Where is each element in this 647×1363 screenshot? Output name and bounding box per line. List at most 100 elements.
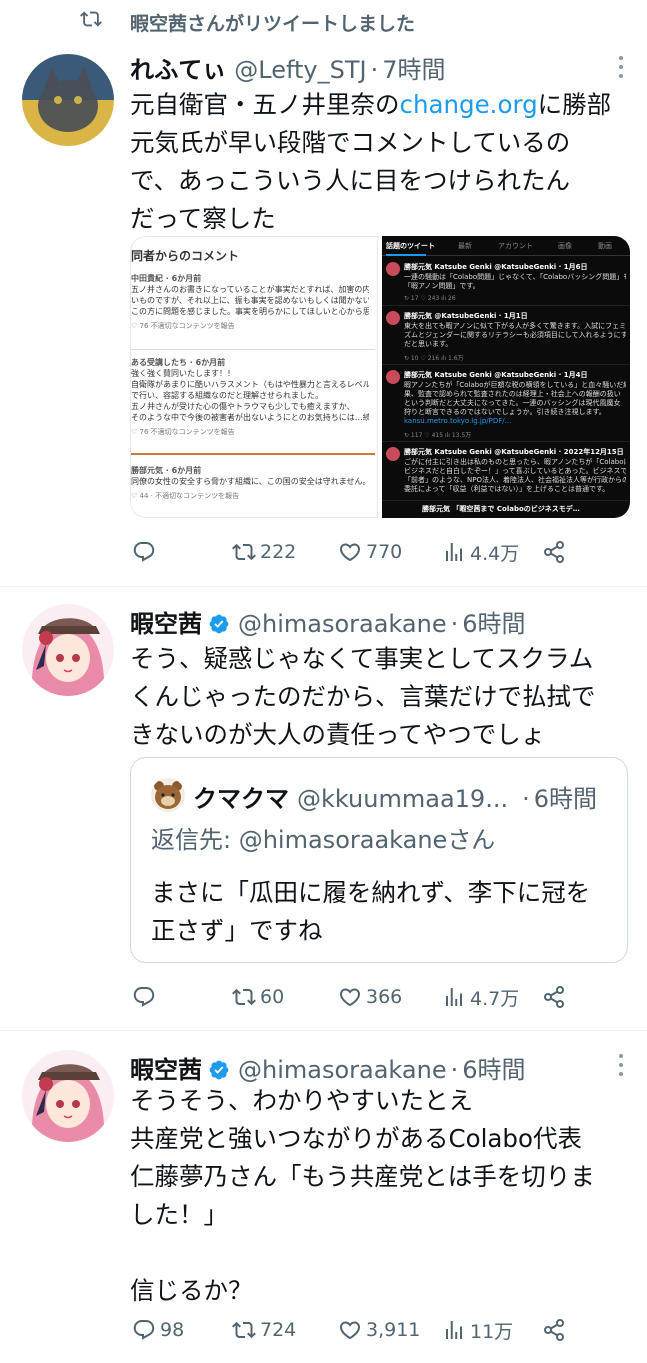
media-tabs: 話題のツイート 最新 アカウント 画像 動画 — [382, 236, 630, 256]
display-name[interactable]: 暇空茜 — [130, 610, 202, 638]
retweet-icon — [80, 11, 102, 27]
avatar[interactable] — [22, 604, 114, 696]
views-icon — [446, 543, 462, 561]
tweet-link[interactable]: change.org — [400, 90, 538, 119]
media-tweet-avatar — [386, 370, 400, 384]
retweet-count: 724 — [260, 1319, 297, 1341]
views-count: 11万 — [470, 1320, 514, 1343]
tweet-actions: 98 724 3,911 11万 — [132, 1316, 572, 1344]
quote-reply-to: 返信先: @himasoraakaneさん — [151, 820, 495, 855]
separator-dot: · — [522, 785, 530, 813]
avatar-image — [22, 54, 114, 146]
media-comment: 中田貴紀 · 6か月前 五ノ井さんのお書きになっていることが事実だとすれば、加害… — [131, 273, 375, 331]
media-comment-line: 強く強く賛同いたします！！ — [131, 369, 235, 378]
avatar[interactable] — [22, 54, 114, 146]
retweet-icon — [232, 988, 256, 1006]
media-tweet-stats: ↻ 117 ♡ 415 ılı 13.5万 — [404, 432, 472, 439]
avatar-image — [22, 604, 114, 696]
retweet-count: 60 — [260, 986, 285, 1008]
views-button[interactable]: 4.4万 — [442, 538, 519, 566]
user-handle[interactable]: @himasoraakane — [238, 610, 447, 638]
separator-dot: · — [450, 610, 459, 638]
media-image-search[interactable]: 話題のツイート 最新 アカウント 画像 動画 勝部元気 Katsube Genk… — [382, 236, 630, 518]
media-tweet-line: 一連の騒動は「Colabo問題」じゃなくて、「Colaboバッシング問題」もしく… — [404, 273, 626, 281]
media-comments-title: 同者からのコメント — [131, 249, 240, 263]
quote-reply-suffix: さん — [447, 826, 496, 854]
views-count: 4.4万 — [470, 542, 520, 565]
media-comment-line: 自衛隊があまりに酷いハラスメント（もはや性暴力と言えるレベル）を平気 — [131, 380, 369, 389]
retweet-button[interactable]: 222 — [232, 538, 296, 566]
media-tweet-line: 「前者」のような、NPO法人、着陸法人、社会福祉法人等が行政からの — [404, 476, 626, 484]
retweet-banner-text: 暇空茜さんがリツイートしました — [130, 13, 416, 35]
media-tweet-avatar — [386, 447, 400, 461]
media-comment: ある受講したち · 6か月前 強く強く賛同いたします！！ 自衛隊があまりに酷いハ… — [131, 357, 375, 437]
share-button[interactable] — [542, 538, 566, 566]
media-tweet-line: という判断だと大丈夫になってきた。一連のバッシングは現代風魔女 — [404, 399, 621, 407]
user-handle[interactable]: @himasoraakane — [238, 1056, 447, 1084]
views-button[interactable]: 4.7万 — [442, 983, 519, 1011]
retweet-button[interactable]: 724 — [232, 1316, 296, 1344]
media-comment-author: 中田貴紀 · 6か月前 — [131, 274, 202, 283]
more-options-icon[interactable] — [617, 1054, 625, 1080]
separator-dot: · — [450, 1056, 459, 1084]
tweet-actions: 60 366 4.7万 — [132, 983, 572, 1011]
share-button[interactable] — [542, 983, 566, 1011]
timestamp[interactable]: 6時間 — [462, 610, 525, 638]
quote-display-name: クマクマ — [193, 785, 289, 813]
tweet-header: 暇空茜 @himasoraakane · 6時間 — [130, 604, 526, 639]
tweet-actions: 222 770 4.4万 — [132, 538, 572, 566]
more-options-icon[interactable] — [617, 56, 625, 82]
reply-icon — [133, 987, 155, 1007]
tweet-media[interactable]: 同者からのコメント 中田貴紀 · 6か月前 五ノ井さんのお書きになっていることが… — [130, 236, 630, 518]
media-tweet-line: ビジネスだと自白したぞー！」って喜ぶしているとあった。ビジネスでは — [404, 467, 626, 475]
like-button[interactable]: 3,911 — [338, 1316, 420, 1344]
media-accent-line — [131, 453, 375, 455]
quoted-tweet[interactable]: クマクマ @kkuummaa19... · 6時間 返信先: @himasoraaka… — [130, 757, 628, 963]
display-name[interactable]: れふてぃ — [130, 56, 226, 84]
media-tweet: 勝部元気 Katsube Genki @KatsubeGenki · 1月4日 … — [382, 366, 630, 442]
user-handle[interactable]: @Lefty_STJ — [234, 56, 366, 84]
avatar-image — [22, 1050, 114, 1142]
media-tweet-line: 「暇アノン問題」です。 — [404, 282, 480, 290]
quote-reply-mention[interactable]: @himasoraakane — [239, 826, 448, 854]
share-button[interactable] — [542, 1316, 566, 1344]
share-icon — [544, 541, 564, 563]
timestamp[interactable]: 6時間 — [462, 1056, 525, 1084]
quote-user-handle: @kkuummaa19... — [297, 785, 509, 813]
views-button[interactable]: 11万 — [442, 1316, 513, 1344]
retweet-button[interactable]: 60 — [232, 983, 284, 1011]
views-icon — [446, 1321, 462, 1339]
media-tweet: 勝部元気 Katsube Genki @KatsubeGenki · 1月6日 … — [382, 258, 630, 306]
media-comment: 勝部元気 · 6か月前 同僚の女性の安全すら脅かす組織に、この国の安全は守れませ… — [131, 465, 375, 501]
like-count: 770 — [366, 541, 403, 563]
reply-icon — [133, 542, 155, 562]
display-name[interactable]: 暇空茜 — [130, 1056, 202, 1084]
timestamp[interactable]: 7時間 — [382, 56, 445, 84]
like-button[interactable]: 770 — [338, 538, 402, 566]
reply-button[interactable]: 98 — [132, 1316, 184, 1344]
heart-icon — [339, 988, 361, 1007]
media-separator — [131, 349, 375, 350]
media-tweet: 勝部元気 Katsube Genki @KatsubeGenki · 2022年… — [382, 443, 630, 501]
media-comment-meta: ♡ 76 不適切なコンテンツを報告 — [131, 428, 235, 436]
tweet-divider — [0, 586, 647, 587]
like-button[interactable]: 366 — [338, 983, 402, 1011]
media-comment-line: この方に問題を感じました。事実を明らかにしてほしいと心から思います。 — [131, 307, 369, 316]
heart-icon — [339, 543, 361, 562]
media-tweet-line: ごがに付主に引き出は私のものと思ったら、暇アノンたちが「Colaboは横領 — [404, 458, 626, 466]
tweet-header: れふてぃ @Lefty_STJ · 7時間 — [130, 50, 446, 85]
media-image-comments[interactable]: 同者からのコメント 中田貴紀 · 6か月前 五ノ井さんのお書きになっていることが… — [130, 236, 378, 518]
media-tweet-line: 委託によって「収益（利益ではない）」を上げることは普通です。 — [404, 485, 610, 493]
reply-button[interactable] — [132, 983, 160, 1011]
tweet-text: 元自衛官・五ノ井里奈のchange.orgに勝部 元気氏が早い段階でコメントして… — [130, 86, 630, 238]
share-icon — [544, 986, 564, 1008]
media-tweet-head: 勝部元気 @KatsubeGenki · 1月1日 — [404, 312, 528, 320]
retweet-banner: 暇空茜さんがリツイートしました — [0, 0, 647, 44]
reply-button[interactable] — [132, 538, 160, 566]
media-tweet-avatar — [386, 262, 400, 276]
media-tweet: 勝部元気 @KatsubeGenki · 1月1日 東大を出ても暇アノンに似て下… — [382, 307, 630, 365]
media-comment-author: ある受講したち · 6か月前 — [131, 358, 226, 367]
separator-dot: · — [370, 56, 379, 84]
avatar[interactable] — [22, 1050, 114, 1142]
tweet-header: 暇空茜 @himasoraakane · 6時間 — [130, 1050, 526, 1085]
